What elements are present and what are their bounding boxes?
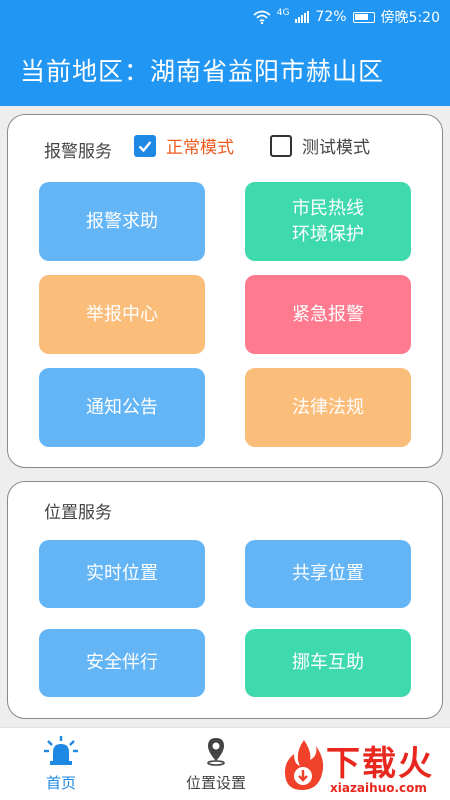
alarm-service-panel: 报警服务 正常模式 测试模式 报警求助 市民热线 环境保护 举报中心 紧急报警 … (7, 114, 443, 468)
signal-icon (295, 11, 310, 23)
normal-mode-checkbox[interactable] (134, 134, 156, 157)
app-header: 当前地区：湖南省益阳市赫山区 (0, 34, 450, 106)
test-mode-option[interactable]: 测试模式 (270, 133, 370, 158)
map-pin-icon (207, 738, 225, 766)
battery-percent: 72% (315, 9, 347, 25)
report-center-button[interactable]: 举报中心 (39, 275, 205, 354)
network-type: 4G (276, 8, 290, 18)
alarm-light-icon (44, 736, 78, 765)
watermark-logo: 下载火 xiazaihuo.com (284, 736, 450, 800)
nav-location-label: 位置设置 (186, 774, 247, 792)
hotline-environment-button[interactable]: 市民热线 环境保护 (245, 182, 411, 261)
status-bar: 4G 72% 傍晚5:20 (0, 0, 450, 34)
current-region-title: 当前地区：湖南省益阳市赫山区 (20, 57, 385, 86)
test-mode-checkbox[interactable] (270, 134, 292, 157)
flame-logo-icon (284, 740, 324, 790)
location-service-panel: 位置服务 实时位置 共享位置 安全伴行 挪车互助 (7, 481, 443, 719)
clock: 傍晚5:20 (380, 10, 440, 26)
nav-location-settings[interactable]: 位置设置 (186, 736, 246, 793)
normal-mode-option[interactable]: 正常模式 (134, 133, 234, 158)
watermark-domain: xiazaihuo.com (330, 781, 427, 795)
laws-button[interactable]: 法律法规 (245, 368, 411, 447)
test-mode-label: 测试模式 (302, 138, 370, 158)
safe-companion-button[interactable]: 安全伴行 (39, 629, 205, 697)
emergency-alarm-button[interactable]: 紧急报警 (245, 275, 411, 354)
nav-home-label: 首页 (45, 774, 76, 792)
share-location-button[interactable]: 共享位置 (245, 540, 411, 608)
alarm-help-button[interactable]: 报警求助 (39, 182, 205, 261)
normal-mode-label: 正常模式 (166, 138, 234, 158)
notice-button[interactable]: 通知公告 (39, 368, 205, 447)
wifi-icon (253, 10, 271, 24)
realtime-location-button[interactable]: 实时位置 (39, 540, 205, 608)
move-car-help-button[interactable]: 挪车互助 (245, 629, 411, 697)
alarm-service-title: 报警服务 (44, 142, 112, 162)
battery-icon (352, 11, 375, 23)
checkmark-icon (138, 140, 152, 152)
location-service-title: 位置服务 (44, 503, 112, 523)
nav-home[interactable]: 首页 (44, 736, 78, 793)
watermark-brand: 下载火 (326, 744, 434, 784)
